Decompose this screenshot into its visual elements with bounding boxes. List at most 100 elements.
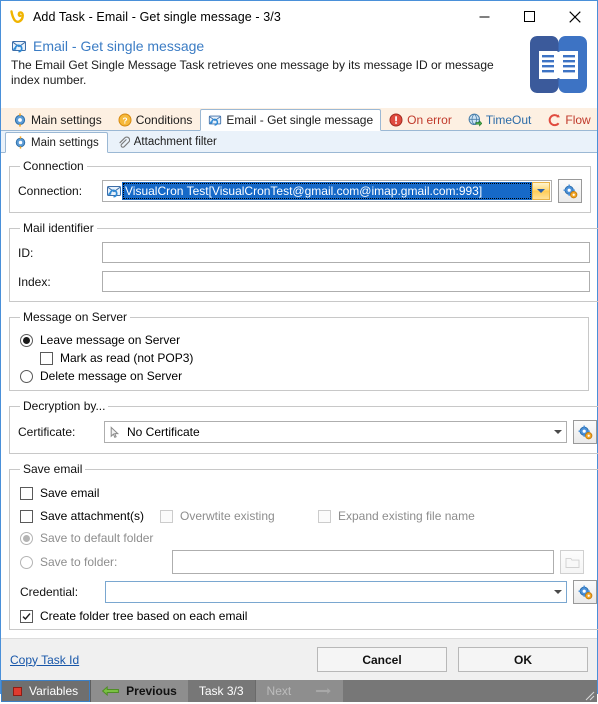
credential-combobox[interactable] — [105, 581, 567, 603]
tab-label: Email - Get single message — [226, 113, 374, 127]
ok-button[interactable]: OK — [458, 647, 588, 672]
previous-button[interactable]: Previous — [90, 680, 188, 702]
tab-label: Conditions — [135, 112, 193, 127]
delete-message-radio[interactable] — [20, 369, 33, 383]
save-attachments-checkbox[interactable] — [20, 509, 33, 523]
overwrite-existing-label: Overwtite existing — [180, 509, 275, 523]
tab-label: Main settings — [31, 112, 102, 127]
minimize-button[interactable] — [462, 1, 507, 32]
tab-timeout[interactable]: TimeOut — [460, 108, 540, 130]
overwrite-existing-checkbox — [160, 509, 173, 523]
chevron-down-icon[interactable] — [549, 582, 566, 602]
main-content: Connection Connection: VisualCron Test[V… — [1, 153, 598, 638]
next-label: Next — [266, 684, 292, 698]
globe-green-arrow-icon — [468, 113, 483, 127]
id-input[interactable] — [102, 242, 590, 263]
tab-flow[interactable]: Flow — [539, 108, 598, 130]
status-bar: Variables Previous Task 3/3 Next — [1, 680, 597, 702]
svg-text:?: ? — [122, 115, 127, 125]
tab-conditions[interactable]: ? Conditions — [110, 108, 201, 130]
chevron-down-icon[interactable] — [532, 182, 550, 200]
error-red-icon — [389, 113, 403, 127]
certificate-combobox[interactable]: No Certificate — [104, 421, 567, 443]
tab-on-error[interactable]: On error — [381, 108, 460, 130]
mail-identifier-legend: Mail identifier — [23, 221, 94, 235]
save-email-label: Save email — [40, 486, 100, 500]
save-email-legend: Save email — [23, 462, 83, 476]
save-attachments-option[interactable]: Save attachment(s) — [20, 509, 160, 523]
id-label: ID: — [18, 245, 34, 260]
arrow-left-green-icon — [101, 685, 120, 697]
question-orange-icon: ? — [118, 113, 132, 127]
create-folder-tree-row[interactable]: Create folder tree based on each email — [20, 609, 597, 623]
primary-tab-strip: Main settings ? Conditions Email - Get s… — [1, 108, 597, 131]
gear-blue-icon — [13, 112, 27, 127]
window-title: Add Task - Email - Get single message - … — [33, 9, 281, 24]
leave-message-radio[interactable] — [20, 333, 33, 347]
expand-filename-checkbox — [318, 509, 331, 523]
leave-message-radio-row[interactable]: Leave message on Server — [20, 333, 580, 347]
save-email-checkbox[interactable] — [20, 486, 33, 500]
connection-combobox[interactable]: VisualCron Test[VisualCronTest@gmail.com… — [102, 180, 552, 202]
variables-button[interactable]: Variables — [1, 680, 91, 702]
certificate-cursor-icon — [109, 425, 122, 439]
subtab-attachment-filter[interactable]: Attachment filter — [108, 131, 226, 152]
tab-email-get-single-message[interactable]: Email - Get single message — [200, 109, 382, 131]
overwrite-existing-option: Overwtite existing — [160, 509, 318, 523]
maximize-button[interactable] — [507, 1, 552, 32]
add-task-dialog: Add Task - Email - Get single message - … — [0, 0, 598, 702]
header-description: The Email Get Single Message Task retrie… — [11, 58, 494, 87]
save-email-row[interactable]: Save email — [20, 486, 597, 500]
id-row: ID: — [18, 242, 590, 263]
chevron-down-icon[interactable] — [549, 422, 566, 442]
delete-message-label: Delete message on Server — [40, 369, 183, 383]
mark-as-read-checkbox[interactable] — [40, 351, 53, 365]
save-default-folder-radio — [20, 531, 33, 545]
delete-message-radio-row[interactable]: Delete message on Server — [20, 369, 580, 383]
connection-group: Connection Connection: VisualCron Test[V… — [9, 159, 591, 213]
certificate-settings-button[interactable] — [573, 420, 597, 444]
dialog-header: Email - Get single message The Email Get… — [1, 32, 597, 108]
close-button[interactable] — [552, 1, 597, 32]
index-row: Index: — [18, 271, 590, 292]
message-on-server-group: Message on Server Leave message on Serve… — [9, 310, 589, 391]
browse-folder-button — [560, 550, 584, 574]
expand-filename-label: Expand existing file name — [338, 509, 475, 523]
credential-settings-button[interactable] — [573, 580, 597, 604]
page-title: Email - Get single message — [33, 38, 205, 54]
paperclip-icon — [117, 136, 130, 149]
cancel-button[interactable]: Cancel — [317, 647, 447, 672]
title-bar: Add Task - Email - Get single message - … — [1, 1, 597, 32]
decryption-group: Decryption by... Certificate: No Certifi… — [9, 399, 598, 454]
flow-c-red-icon — [547, 113, 561, 127]
email-sync-icon — [106, 183, 122, 199]
red-square-icon — [13, 686, 22, 696]
connection-settings-button[interactable] — [558, 179, 582, 203]
copy-task-id-link[interactable]: Copy Task Id — [10, 653, 79, 667]
save-to-folder-radio — [20, 555, 33, 569]
certificate-value: No Certificate — [127, 425, 200, 439]
previous-label: Previous — [126, 684, 177, 698]
open-book-icon — [530, 36, 587, 93]
save-default-folder-label: Save to default folder — [40, 531, 154, 545]
subtab-main-settings[interactable]: Main settings — [5, 132, 108, 153]
resize-grip-icon[interactable] — [581, 687, 595, 701]
subtab-label: Attachment filter — [133, 136, 217, 148]
save-to-folder-option: Save to folder: — [20, 555, 172, 569]
certificate-row: Certificate: No Certificate — [18, 420, 597, 444]
caption-buttons — [462, 1, 597, 32]
leave-message-label: Leave message on Server — [40, 333, 181, 347]
mark-as-read-row[interactable]: Mark as read (not POP3) — [40, 351, 580, 365]
save-to-folder-label: Save to folder: — [40, 555, 118, 569]
create-folder-tree-checkbox[interactable] — [20, 609, 33, 623]
task-position-indicator: Task 3/3 — [187, 680, 255, 702]
certificate-label: Certificate: — [18, 425, 76, 439]
save-to-folder-row: Save to folder: — [20, 550, 597, 574]
visualcron-v-logo-icon — [9, 8, 26, 25]
subtab-label: Main settings — [31, 136, 99, 149]
tab-label: Flow — [565, 112, 591, 127]
mail-identifier-group: Mail identifier ID: Index: — [9, 221, 598, 302]
index-input[interactable] — [102, 271, 590, 292]
index-label: Index: — [18, 274, 51, 289]
tab-main-settings[interactable]: Main settings — [5, 108, 110, 130]
